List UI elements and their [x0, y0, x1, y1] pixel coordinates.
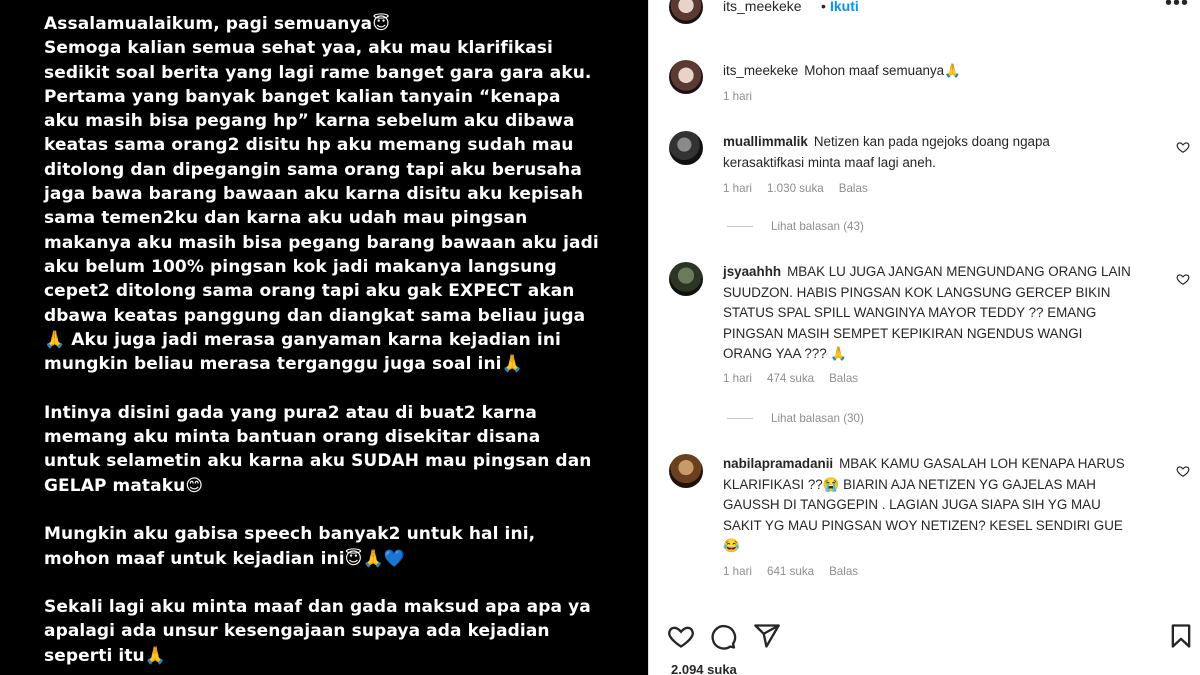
share-send-icon[interactable] — [753, 622, 781, 650]
caption-username[interactable]: its_meekeke — [723, 63, 798, 78]
reply-button[interactable]: Balas — [829, 565, 858, 578]
more-options-icon[interactable]: ••• — [1165, 0, 1189, 15]
like-heart-icon[interactable] — [1176, 464, 1190, 478]
comments-panel: its_meekeke • Ikuti ••• its_meekeke Mohon… — [648, 0, 1200, 675]
follow-button[interactable]: Ikuti — [830, 0, 859, 14]
comment-time[interactable]: 1 hari — [723, 565, 752, 578]
comment-likes[interactable]: 474 suka — [767, 372, 814, 385]
caption-time[interactable]: 1 hari — [723, 90, 752, 103]
comment: muallimmalik Netizen kan pada ngejoks doa… — [723, 132, 1133, 173]
like-heart-icon[interactable] — [1176, 140, 1190, 154]
owner-avatar[interactable] — [669, 0, 703, 24]
caption: its_meekeke Mohon maaf semuanya🙏 — [723, 61, 1133, 82]
bookmark-icon[interactable] — [1167, 622, 1195, 650]
comment-username[interactable]: jsyaahhh — [723, 264, 781, 279]
comment: nabilapramadanii MBAK KAMU GASALAH LOH KE… — [723, 454, 1133, 557]
replies-line — [727, 418, 753, 419]
like-heart-icon[interactable] — [1176, 272, 1190, 286]
action-bar — [649, 612, 1200, 662]
caption-text: Mohon maaf semuanya🙏 — [804, 63, 961, 78]
comment-meta: 1 hari 474 suka Balas — [723, 372, 858, 385]
comment-likes[interactable]: 1.030 suka — [767, 182, 824, 195]
view-replies-label[interactable]: Lihat balasan (43) — [771, 220, 864, 233]
comment-avatar[interactable] — [669, 262, 703, 296]
comment-text: MBAK LU JUGA JANGAN MENGUNDANG ORANG LAI… — [723, 264, 1131, 361]
replies-line — [727, 226, 753, 227]
view-replies[interactable]: Lihat balasan (30) — [727, 412, 864, 425]
comment-username[interactable]: nabilapramadanii — [723, 456, 833, 471]
story-text: Assalamualaikum, pagi semuanya😇 Semoga k… — [44, 14, 599, 666]
view-replies-label[interactable]: Lihat balasan (30) — [771, 412, 864, 425]
comment-avatar[interactable] — [669, 454, 703, 488]
comment-avatar[interactable] — [669, 131, 703, 165]
header-username[interactable]: its_meekeke — [723, 0, 802, 14]
comment-time[interactable]: 1 hari — [723, 372, 752, 385]
reply-button[interactable]: Balas — [829, 372, 858, 385]
comment-meta: 1 hari 641 suka Balas — [723, 565, 858, 578]
reply-button[interactable]: Balas — [839, 182, 868, 195]
header-dot: • — [821, 0, 826, 14]
story-panel: Assalamualaikum, pagi semuanya😇 Semoga k… — [0, 0, 648, 675]
comment-bubble-icon[interactable] — [709, 622, 737, 650]
comment-meta: 1 hari 1.030 suka Balas — [723, 182, 868, 195]
comment: jsyaahhh MBAK LU JUGA JANGAN MENGUNDANG O… — [723, 262, 1133, 365]
screen: Assalamualaikum, pagi semuanya😇 Semoga k… — [0, 0, 1200, 675]
likes-count[interactable]: 2.094 suka — [671, 662, 737, 675]
comment-time[interactable]: 1 hari — [723, 182, 752, 195]
comment-username[interactable]: muallimmalik — [723, 134, 808, 149]
comment-likes[interactable]: 641 suka — [767, 565, 814, 578]
post-header: its_meekeke • Ikuti ••• — [649, 0, 1200, 36]
like-heart-icon[interactable] — [667, 622, 695, 650]
caption-meta: 1 hari — [723, 90, 752, 103]
view-replies[interactable]: Lihat balasan (43) — [727, 220, 864, 233]
caption-avatar[interactable] — [669, 60, 703, 94]
